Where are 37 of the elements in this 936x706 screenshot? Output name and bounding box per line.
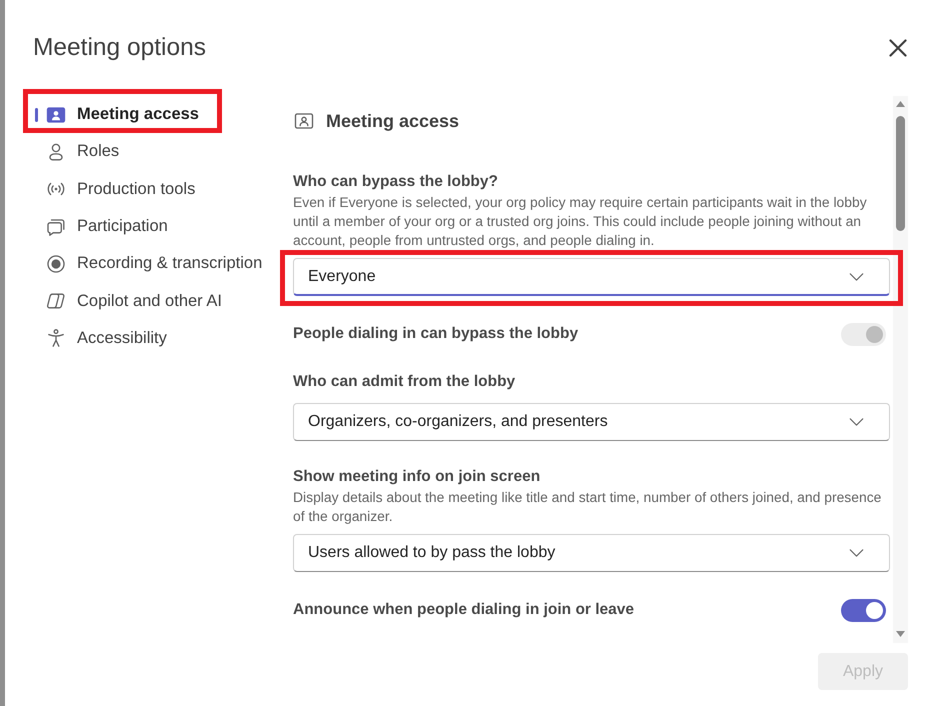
chat-bubbles-icon [46,216,66,237]
dialog-title: Meeting options [33,33,206,63]
dropdown[interactable]: Organizers, co-organizers, and presenters [293,403,890,441]
selection-indicator [35,108,38,122]
dropdown[interactable]: Everyone [293,258,890,296]
interlocked-shapes-icon [46,291,66,312]
setting-description: Even if Everyone is selected, your org policy may require certain participants wait in the lobby until a member of your org or a trusted org joins. This could include people joining without an account, people from untrusted orgs, and people dialing in. [293,193,868,250]
nav-item[interactable]: Recording & transcription [28,245,280,282]
setting-heading: Who can admit from the lobby [293,372,516,392]
nav-item[interactable]: Meeting access [28,96,217,134]
record-icon [46,254,66,274]
contact-card-icon [46,104,66,125]
setting-description: Display details about the meeting like title and start time, number of others joined, and presence of the organizer. [293,488,882,526]
close-icon [889,39,907,57]
toggle-switch[interactable] [841,598,886,622]
section-title: Meeting access [326,110,460,132]
toggle-thumb [866,326,883,342]
setting-heading: Who can bypass the lobby? [293,172,499,192]
scroll-down-icon[interactable] [896,631,905,637]
dropdown[interactable]: Users allowed to by pass the lobby [293,534,890,572]
setting-heading: Show meeting info on join screen [293,467,542,487]
scrollbar-thumb[interactable] [896,116,905,231]
nav-item[interactable]: Participation [28,208,186,246]
nav-item[interactable]: Production tools [28,170,214,208]
chevron-down-icon [849,418,864,426]
nav-item[interactable]: Accessibility [28,320,185,358]
toggle-thumb [866,602,883,618]
nav-item[interactable]: Roles [28,133,138,171]
accessibility-icon [46,328,66,348]
nav-item[interactable]: Copilot and other AI [28,282,240,320]
chevron-down-icon [849,549,864,557]
setting-label: People dialing in can bypass the lobby [293,324,578,344]
chevron-down-icon [849,272,864,280]
scroll-up-icon[interactable] [896,101,905,107]
close-button[interactable] [887,37,909,59]
setting-label: Announce when people dialing in join or leave [293,600,634,620]
contact-card-icon [294,111,314,131]
